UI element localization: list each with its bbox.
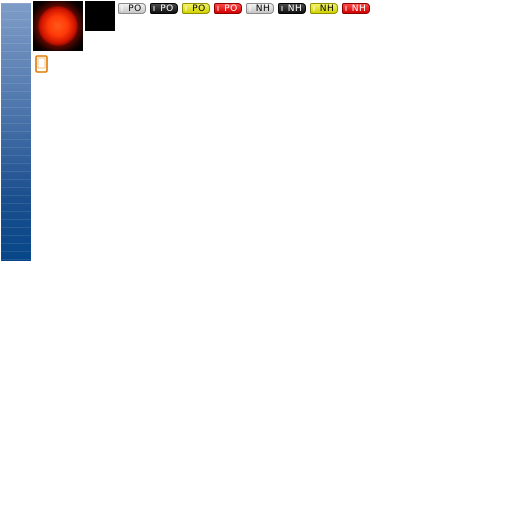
sidebar-gradient-strip xyxy=(1,3,31,261)
po-button-dark[interactable]: PO xyxy=(150,3,178,14)
black-swatch[interactable] xyxy=(85,1,115,31)
mobile-device-icon[interactable] xyxy=(35,55,48,73)
nh-button-red[interactable]: NH xyxy=(342,3,370,14)
nh-button-light[interactable]: NH xyxy=(246,3,274,14)
page: PO PO PO PO NH NH NH NH xyxy=(0,0,512,512)
red-glow-orb-icon[interactable] xyxy=(33,1,83,51)
po-button-light[interactable]: PO xyxy=(118,3,146,14)
nh-button-dark[interactable]: NH xyxy=(278,3,306,14)
nh-button-yellow[interactable]: NH xyxy=(310,3,338,14)
glow-orb xyxy=(38,6,78,46)
po-button-red[interactable]: PO xyxy=(214,3,242,14)
po-button-yellow[interactable]: PO xyxy=(182,3,210,14)
